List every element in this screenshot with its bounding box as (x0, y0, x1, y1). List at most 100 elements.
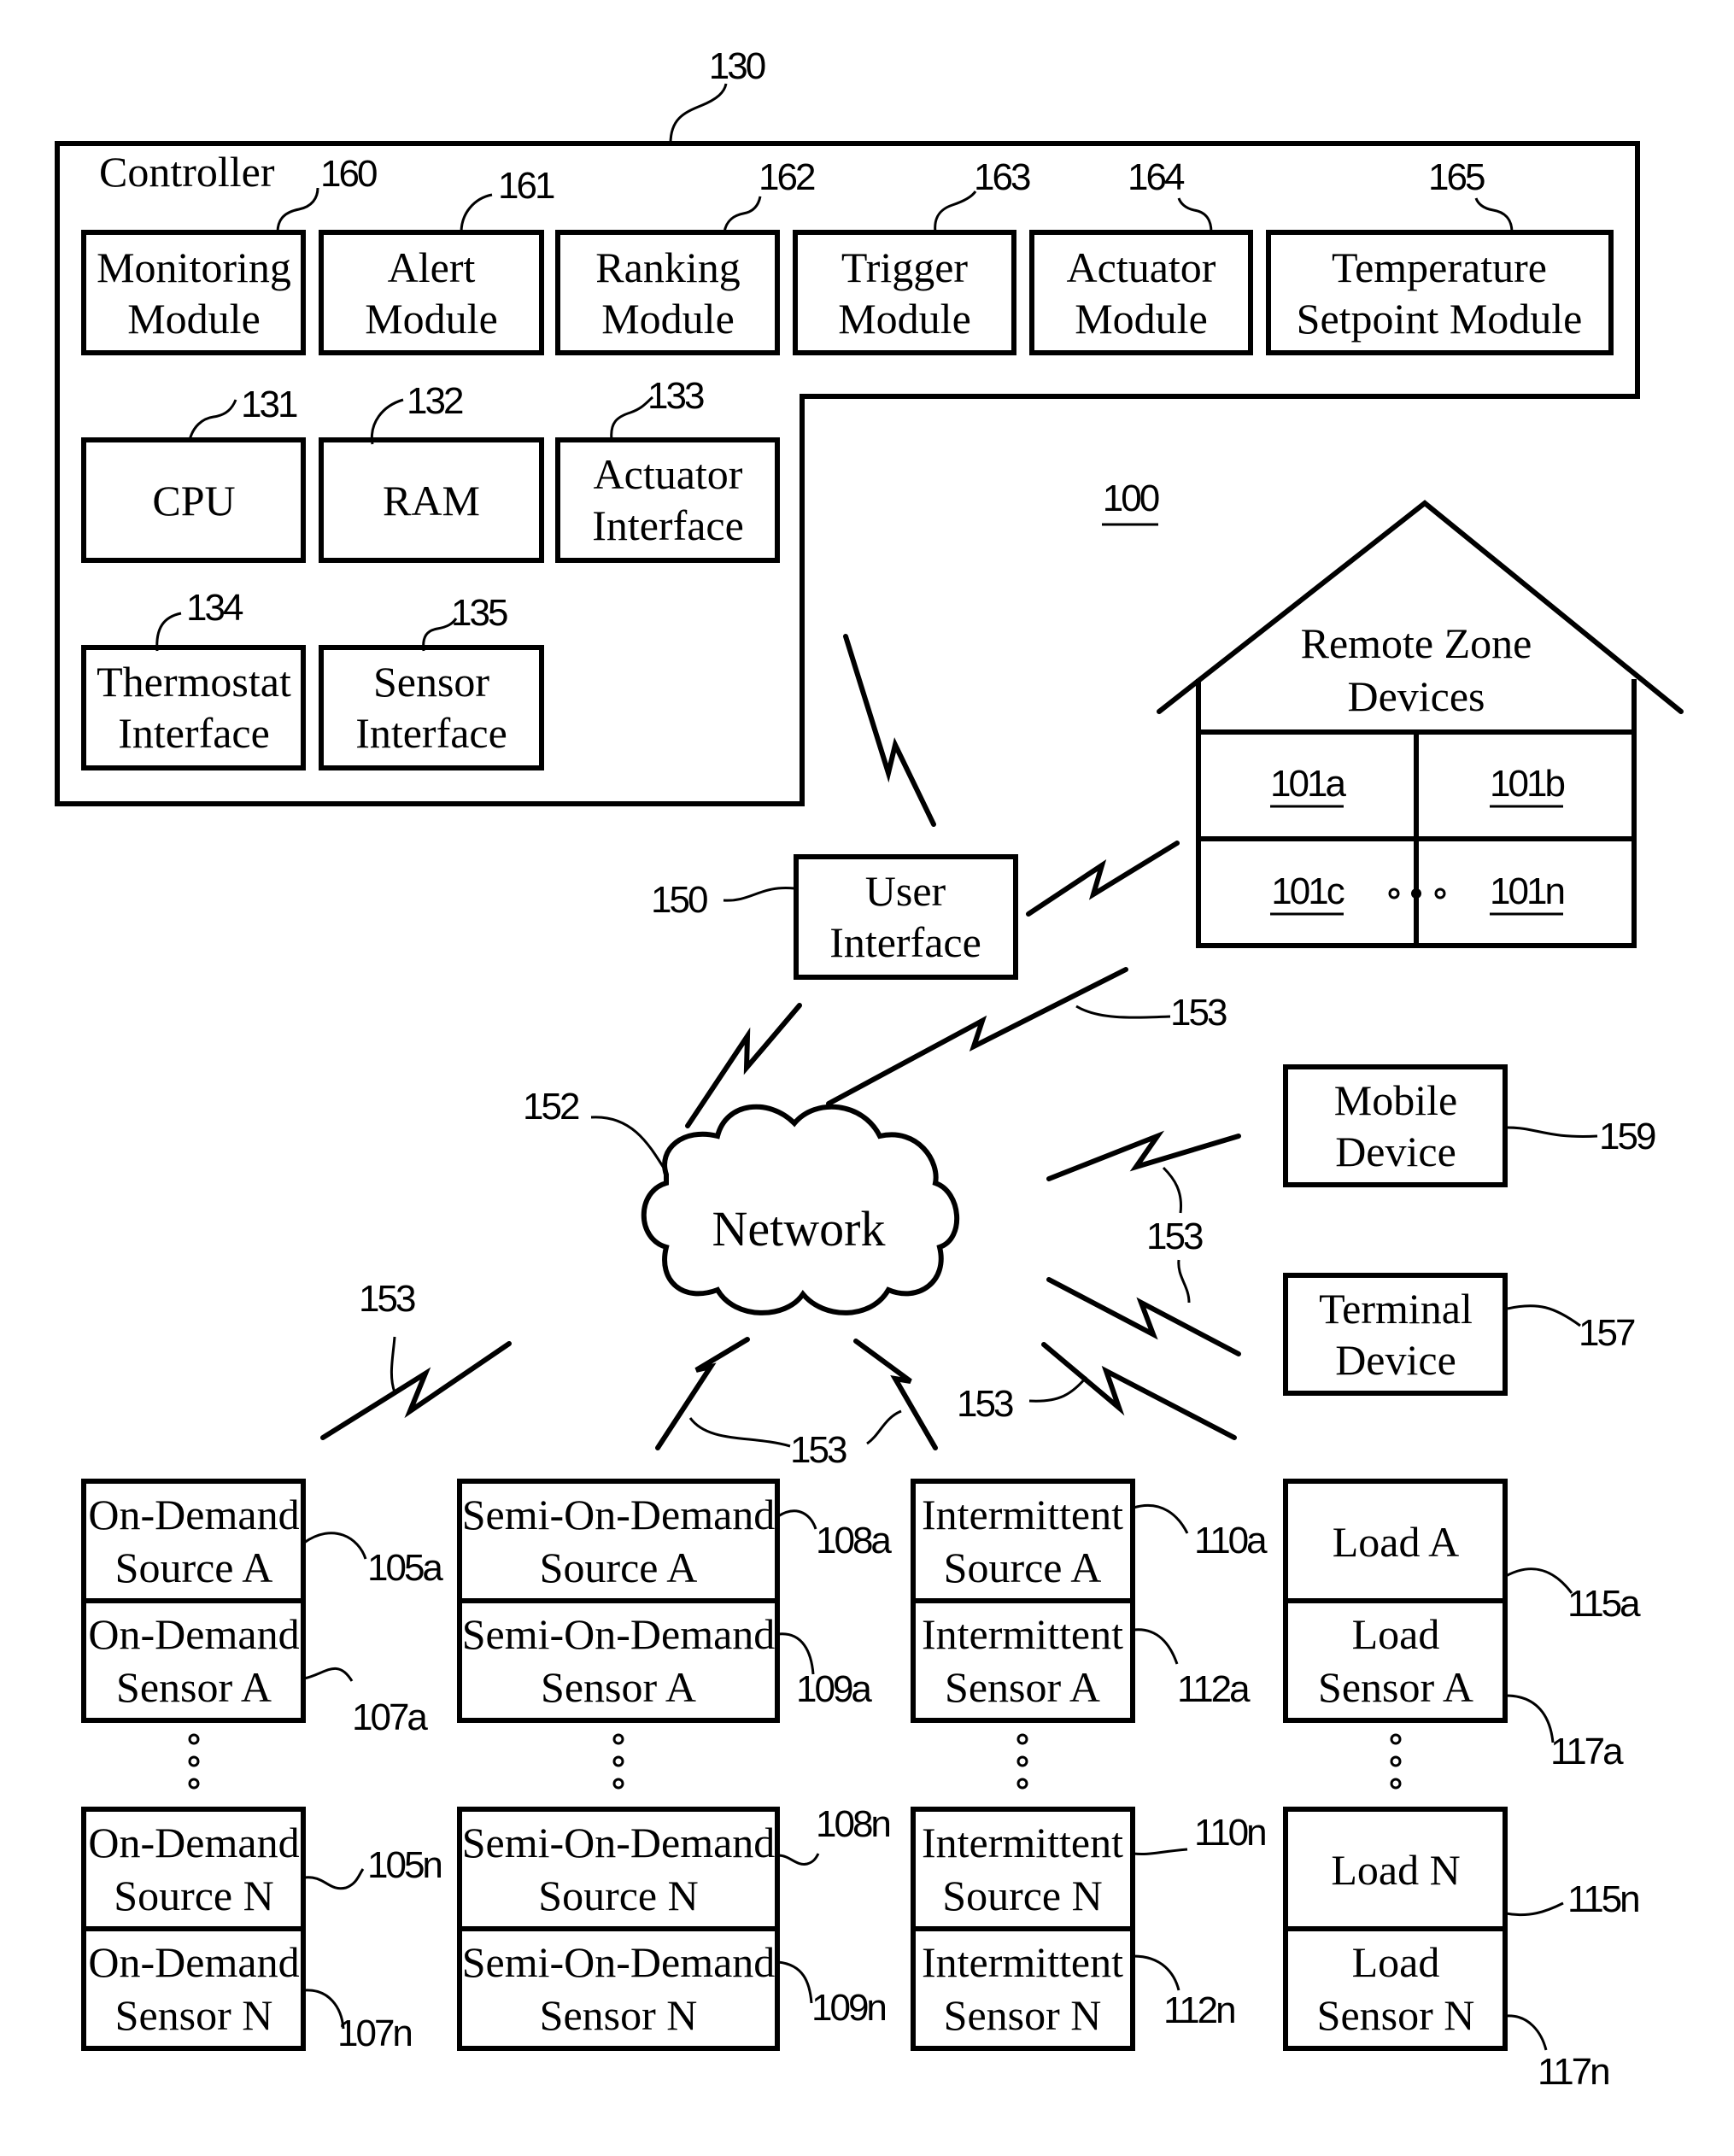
actuator-interface-box[interactable]: Actuator Interface (555, 437, 780, 563)
on-demand-source-n[interactable]: On-Demand Source N (81, 1807, 306, 1931)
network-cloud[interactable]: Network (641, 1104, 960, 1315)
svg-text:Intermittent: Intermittent (922, 1491, 1123, 1538)
on-demand-source-a[interactable]: On-Demand Source A (81, 1479, 306, 1603)
svg-text:On-Demand: On-Demand (88, 1938, 299, 1986)
svg-text:Setpoint Module: Setpoint Module (1297, 295, 1583, 343)
leader-153-lower (1028, 1376, 1088, 1403)
trigger-module[interactable]: Trigger Module (793, 230, 1016, 355)
user-interface-box[interactable]: User Interface (794, 854, 1018, 980)
intermittent-sensor-a[interactable]: Intermittent Sensor A (911, 1598, 1135, 1723)
load-sensor-n[interactable]: Load Sensor N (1283, 1926, 1508, 2051)
remote-zone-title-2: Devices (1347, 672, 1485, 720)
leader-153-top (1075, 1005, 1171, 1019)
thermostat-interface-box[interactable]: Thermostat Interface (81, 645, 306, 770)
ref-153-top: 153 (1170, 992, 1227, 1034)
leader-153-left (390, 1336, 396, 1393)
ref-131: 131 (241, 384, 297, 425)
svg-text:User: User (865, 867, 946, 915)
svg-text:Module: Module (838, 295, 971, 343)
terminal-device-box[interactable]: Terminal Device (1283, 1273, 1508, 1396)
semi-on-demand-sensor-n[interactable]: Semi-On-Demand Sensor N (457, 1926, 780, 2051)
alert-module[interactable]: Alert Module (319, 230, 544, 355)
remote-zone-devices[interactable]: Remote Zone Devices (1157, 500, 1684, 948)
svg-text:Intermittent: Intermittent (922, 1938, 1123, 1986)
leader-160 (276, 187, 319, 233)
svg-text:101c: 101c (1271, 870, 1344, 912)
load-a[interactable]: Load A (1283, 1479, 1508, 1603)
zone-101n[interactable]: 101n (1490, 870, 1566, 916)
ref-161: 161 (498, 165, 554, 207)
zone-101a[interactable]: 101a (1270, 763, 1349, 808)
svg-text:Interface: Interface (829, 918, 981, 966)
on-demand-sensor-a[interactable]: On-Demand Sensor A (81, 1598, 306, 1723)
ref-115a: 115a (1567, 1583, 1641, 1625)
network-label: Network (712, 1201, 886, 1257)
ref-117n: 117n (1538, 2051, 1608, 2093)
zone-101c[interactable]: 101c (1270, 870, 1347, 916)
ref-133: 133 (647, 375, 704, 417)
leader-105n (303, 1868, 365, 1890)
ref-105n: 105n (367, 1844, 441, 1886)
svg-text:RAM: RAM (383, 477, 480, 524)
svg-text:Actuator: Actuator (1067, 243, 1216, 291)
ref-164: 164 (1128, 156, 1185, 198)
temperature-setpoint-module[interactable]: Temperature Setpoint Module (1266, 230, 1614, 355)
semi-on-demand-source-n[interactable]: Semi-On-Demand Source N (457, 1807, 780, 1931)
svg-text:Module: Module (365, 295, 498, 343)
svg-text:Thermostat: Thermostat (97, 658, 291, 706)
leader-107a (303, 1667, 354, 1682)
ranking-module[interactable]: Ranking Module (555, 230, 780, 355)
svg-text:Semi-On-Demand: Semi-On-Demand (462, 1938, 776, 1986)
link-network-semi (655, 1337, 750, 1450)
svg-text:101a: 101a (1270, 763, 1346, 805)
svg-text:On-Demand: On-Demand (88, 1819, 299, 1866)
leader-164 (1177, 197, 1213, 233)
ref-150: 150 (651, 879, 707, 921)
leader-161 (460, 193, 493, 233)
monitoring-module[interactable]: Monitoring Module (81, 230, 306, 355)
svg-text:Sensor N: Sensor N (944, 1991, 1102, 2039)
svg-text:Sensor N: Sensor N (1317, 1991, 1475, 2039)
ref-115n: 115n (1567, 1878, 1638, 1920)
ref-160: 160 (320, 153, 377, 195)
leader-110a (1133, 1503, 1189, 1534)
svg-text:Load A: Load A (1333, 1518, 1460, 1566)
ellipsis-zones-icon (1388, 888, 1446, 899)
svg-text:Interface: Interface (592, 501, 744, 549)
ram-box[interactable]: RAM (319, 437, 544, 563)
ref-153-bottom: 153 (790, 1429, 846, 1471)
actuator-module[interactable]: Actuator Module (1029, 230, 1253, 355)
ref-109a: 109a (796, 1668, 872, 1710)
semi-on-demand-sensor-a[interactable]: Semi-On-Demand Sensor A (457, 1598, 780, 1723)
svg-text:Load: Load (1352, 1938, 1440, 1986)
zone-101b[interactable]: 101b (1490, 763, 1567, 808)
cpu-box[interactable]: CPU (81, 437, 306, 563)
load-sensor-a[interactable]: Load Sensor A (1283, 1598, 1508, 1723)
leader-112a (1133, 1628, 1179, 1665)
leader-105a (303, 1532, 367, 1560)
intermittent-source-n[interactable]: Intermittent Source N (911, 1807, 1135, 1931)
ref-134: 134 (186, 587, 243, 629)
leader-165 (1474, 197, 1514, 233)
intermittent-sensor-n[interactable]: Intermittent Sensor N (911, 1926, 1135, 2051)
link-network-mobile (1046, 1130, 1241, 1181)
svg-text:Sensor: Sensor (373, 658, 489, 706)
ellipsis-col2-icon (612, 1733, 624, 1790)
on-demand-sensor-n[interactable]: On-Demand Sensor N (81, 1926, 306, 2051)
sensor-interface-box[interactable]: Sensor Interface (319, 645, 544, 770)
svg-text:Source N: Source N (538, 1872, 698, 1919)
svg-text:Load N: Load N (1331, 1846, 1460, 1894)
mobile-device-box[interactable]: Mobile Device (1283, 1064, 1508, 1187)
leader-163 (934, 190, 977, 233)
leader-150 (723, 886, 795, 902)
ref-153-lower: 153 (957, 1383, 1013, 1425)
ref-107a: 107a (352, 1696, 428, 1738)
svg-text:Source N: Source N (942, 1872, 1102, 1919)
ref-135: 135 (451, 592, 507, 634)
intermittent-source-a[interactable]: Intermittent Source A (911, 1479, 1135, 1603)
ref-157: 157 (1579, 1312, 1635, 1354)
load-n[interactable]: Load N (1283, 1807, 1508, 1931)
leader-131 (188, 399, 237, 441)
semi-on-demand-source-a[interactable]: Semi-On-Demand Source A (457, 1479, 780, 1603)
svg-text:101b: 101b (1490, 763, 1564, 805)
